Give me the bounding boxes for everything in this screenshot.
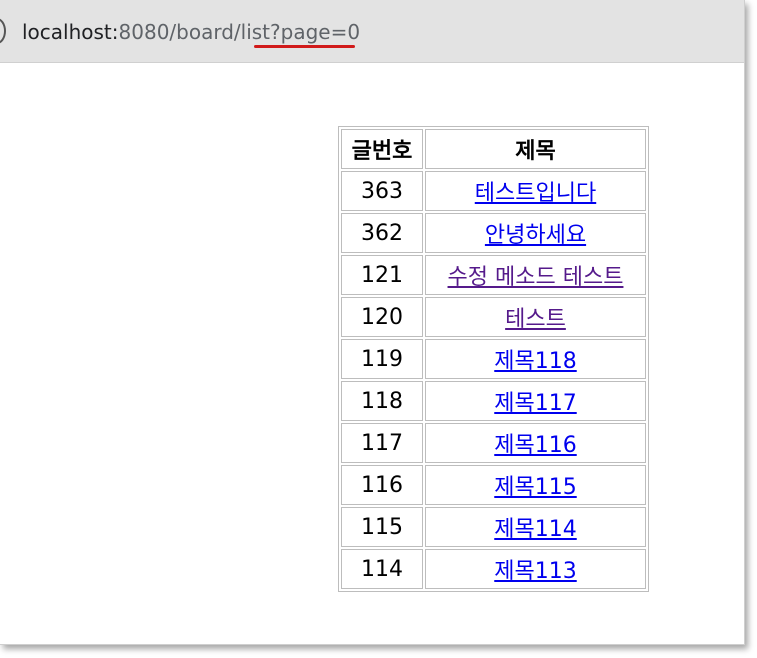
post-title-cell: 제목117 (425, 381, 646, 421)
post-number: 363 (341, 171, 423, 211)
table-row: 115 제목114 (341, 507, 646, 547)
url-highlight-underline (254, 45, 355, 48)
post-title-link[interactable]: 테스트 (505, 307, 566, 332)
post-number: 120 (341, 297, 423, 337)
table-row: 117 제목116 (341, 423, 646, 463)
post-title-link[interactable]: 안녕하세요 (485, 223, 586, 248)
post-number: 119 (341, 339, 423, 379)
post-title-cell: 테스트 (425, 297, 646, 337)
header-number: 글번호 (341, 129, 423, 169)
table-header-row: 글번호 제목 (341, 129, 646, 169)
post-number: 362 (341, 213, 423, 253)
url-path: 8080/board/list?page=0 (118, 20, 361, 44)
address-bar[interactable]: localhost:8080/board/list?page=0 (0, 0, 744, 63)
table-row: 116 제목115 (341, 465, 646, 505)
post-number: 117 (341, 423, 423, 463)
post-title-cell: 수정 메소드 테스트 (425, 255, 646, 295)
post-title-link[interactable]: 제목117 (494, 391, 576, 416)
post-title-cell: 제목116 (425, 423, 646, 463)
post-title-cell: 제목118 (425, 339, 646, 379)
post-title-cell: 제목115 (425, 465, 646, 505)
post-title-cell: 제목114 (425, 507, 646, 547)
url-host: localhost: (22, 20, 119, 44)
post-title-link[interactable]: 제목115 (494, 475, 576, 500)
table-row: 119 제목118 (341, 339, 646, 379)
table-row: 121 수정 메소드 테스트 (341, 255, 646, 295)
post-title-cell: 테스트입니다 (425, 171, 646, 211)
post-number: 118 (341, 381, 423, 421)
board-table: 글번호 제목 363 테스트입니다 362 안녕하세요 121 수정 메소드 테스트 120… (338, 126, 649, 592)
post-title-link[interactable]: 제목113 (494, 559, 576, 584)
table-row: 120 테스트 (341, 297, 646, 337)
post-number: 116 (341, 465, 423, 505)
post-title-link[interactable]: 제목116 (494, 433, 576, 458)
page-info-icon[interactable] (0, 18, 6, 44)
post-title-link[interactable]: 제목118 (494, 349, 576, 374)
post-title-link[interactable]: 제목114 (494, 517, 576, 542)
url-text[interactable]: localhost:8080/board/list?page=0 (22, 18, 360, 46)
board-body: 363 테스트입니다 362 안녕하세요 121 수정 메소드 테스트 120 테스트 119 제… (341, 171, 646, 589)
table-row: 118 제목117 (341, 381, 646, 421)
browser-window: localhost:8080/board/list?page=0 글번호 제목 … (0, 0, 745, 645)
post-title-cell: 안녕하세요 (425, 213, 646, 253)
post-title-link[interactable]: 수정 메소드 테스트 (448, 265, 624, 290)
table-row: 363 테스트입니다 (341, 171, 646, 211)
post-number: 114 (341, 549, 423, 589)
table-row: 362 안녕하세요 (341, 213, 646, 253)
post-number: 115 (341, 507, 423, 547)
post-title-link[interactable]: 테스트입니다 (475, 181, 596, 206)
header-title: 제목 (425, 129, 646, 169)
post-title-cell: 제목113 (425, 549, 646, 589)
table-row: 114 제목113 (341, 549, 646, 589)
post-number: 121 (341, 255, 423, 295)
